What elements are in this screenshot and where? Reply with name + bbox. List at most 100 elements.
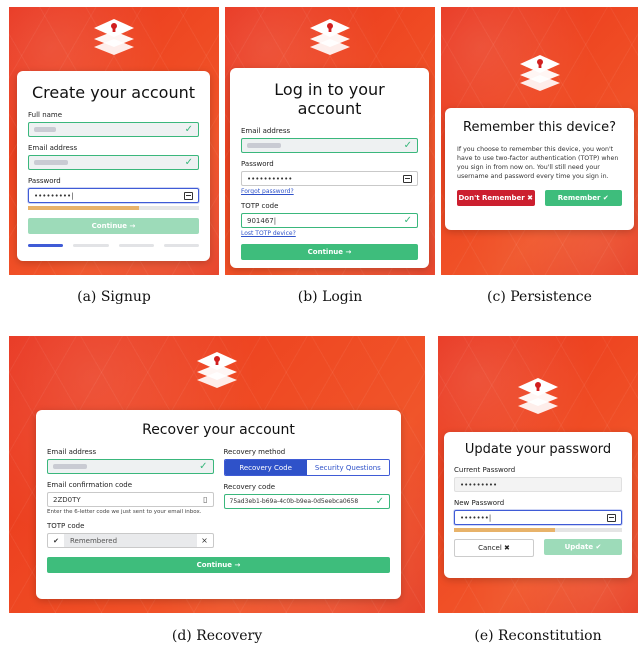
- recovery-card: Recover your account Email address ✓ Ema…: [36, 410, 401, 599]
- email-input[interactable]: ✓: [47, 459, 214, 474]
- new-password-input[interactable]: •••••••|: [454, 510, 622, 525]
- recovery-columns: Email address ✓ Email confirmation code …: [47, 438, 390, 548]
- login-card: Log in to your account Email address ✓ P…: [230, 68, 429, 268]
- new-password-label: New Password: [454, 499, 505, 507]
- keyboard-icon[interactable]: [607, 514, 616, 522]
- keyboard-icon[interactable]: [184, 192, 193, 200]
- password-value: •••••••••••: [247, 174, 293, 183]
- check-icon: ✓: [403, 215, 412, 226]
- page-title: Recover your account: [142, 422, 295, 438]
- recovery-code-label: Recovery code: [223, 483, 276, 491]
- cancel-label: Cancel: [478, 544, 502, 552]
- cancel-button[interactable]: Cancel ✖: [454, 539, 534, 557]
- email-label: Email address: [28, 144, 78, 152]
- current-password-value: •••••••••: [460, 480, 498, 489]
- keyboard-icon[interactable]: [403, 175, 412, 183]
- check-icon: ✓: [375, 496, 384, 507]
- check-icon: ✓: [403, 140, 412, 151]
- password-input[interactable]: •••••••••|: [28, 188, 199, 203]
- left-column: Email address ✓ Email confirmation code …: [47, 438, 214, 548]
- page-title: Create your account: [31, 83, 196, 102]
- continue-button[interactable]: Continue →: [241, 244, 418, 260]
- update-button[interactable]: Update ✔: [544, 539, 622, 555]
- email-code-label: Email confirmation code: [47, 481, 133, 489]
- dont-remember-label: Don't Remember: [458, 194, 525, 202]
- reconstitution-card: Update your password Current Password ••…: [444, 432, 632, 578]
- totp-value: 901467|: [247, 216, 277, 225]
- email-code-value: 2ZD0TY: [53, 495, 81, 504]
- password-strength-fill: [454, 528, 555, 532]
- recovery-method-label: Recovery method: [223, 448, 286, 456]
- persistence-panel: Remember this device? If you choose to r…: [441, 7, 638, 275]
- new-password-value: •••••••|: [460, 513, 492, 522]
- action-row: Don't Remember ✖ Remember ✔: [457, 190, 622, 206]
- email-input[interactable]: ✓: [28, 155, 199, 170]
- remember-label: Remember: [557, 194, 601, 202]
- action-row: Cancel ✖ Update ✔: [454, 539, 622, 557]
- continue-button[interactable]: Continue →: [28, 218, 199, 234]
- remember-description: If you choose to remember this device, y…: [457, 146, 619, 180]
- step-1: [28, 244, 64, 247]
- caption-signup: (a) Signup: [77, 289, 151, 305]
- signup-card: Create your account Full name ✓ Email ad…: [17, 71, 210, 261]
- check-circle-icon: ✔: [595, 543, 602, 551]
- caption-recovery: (d) Recovery: [171, 628, 263, 644]
- caption-reconstitution: (e) Reconstitution: [474, 628, 602, 644]
- page-title: Remember this device?: [463, 120, 616, 135]
- logo-icon: [518, 378, 558, 414]
- continue-button[interactable]: Continue →: [47, 557, 390, 573]
- full-name-input[interactable]: ✓: [28, 122, 199, 137]
- update-label: Update: [564, 543, 594, 551]
- current-password-input[interactable]: •••••••••: [454, 477, 622, 492]
- email-code-input[interactable]: 2ZD0TY ▯: [47, 492, 214, 507]
- password-label: Password: [241, 160, 274, 168]
- recovery-code-value: 75ad3eb1-b69a-4c0b-b9ea-0d5eebca0658: [229, 498, 359, 505]
- login-panel: Log in to your account Email address ✓ P…: [225, 7, 435, 275]
- password-strength-bar: [28, 206, 199, 210]
- totp-status: Remembered: [64, 534, 197, 547]
- security-questions-option[interactable]: Security Questions: [306, 460, 389, 475]
- check-icon: ✓: [184, 157, 193, 168]
- dont-remember-button[interactable]: Don't Remember ✖: [457, 190, 535, 206]
- check-icon: ✓: [184, 124, 193, 135]
- forgot-password-link[interactable]: Forgot password?: [241, 188, 418, 195]
- totp-label: TOTP code: [241, 202, 279, 210]
- email-code-helper: Enter the 6-letter code we just sent to …: [47, 509, 202, 515]
- check-icon: ✓: [199, 461, 208, 472]
- totp-input[interactable]: 901467| ✓: [241, 213, 418, 228]
- close-circle-icon: ✖: [504, 544, 510, 552]
- email-label: Email address: [241, 127, 291, 135]
- password-label: Password: [28, 177, 61, 185]
- logo-icon: [94, 19, 134, 55]
- caption-login: (b) Login: [297, 289, 363, 305]
- close-circle-icon: ✖: [527, 194, 534, 202]
- recovery-method-toggle[interactable]: Recovery Code Security Questions: [223, 459, 390, 476]
- progress-steps: [28, 244, 199, 247]
- caption-persistence: (c) Persistence: [487, 289, 592, 305]
- lost-totp-link[interactable]: Lost TOTP device?: [241, 230, 418, 237]
- signup-panel: Create your account Full name ✓ Email ad…: [9, 7, 219, 275]
- remember-button[interactable]: Remember ✔: [544, 190, 622, 206]
- email-input[interactable]: ✓: [241, 138, 418, 153]
- check-circle-icon: ✔: [602, 194, 609, 202]
- page-title: Log in to your account: [274, 80, 385, 118]
- clipboard-icon[interactable]: ▯: [203, 495, 207, 504]
- reconstitution-panel: Update your password Current Password ••…: [438, 336, 638, 613]
- logo-icon: [519, 55, 560, 91]
- password-input[interactable]: •••••••••••: [241, 171, 418, 186]
- recovery-code-input[interactable]: 75ad3eb1-b69a-4c0b-b9ea-0d5eebca0658 ✓: [223, 494, 390, 509]
- close-icon[interactable]: ×: [197, 536, 213, 545]
- password-strength-bar: [454, 528, 622, 532]
- totp-remembered-field: ✔ Remembered ×: [47, 533, 214, 548]
- page-title: Update your password: [464, 442, 612, 457]
- recovery-code-option[interactable]: Recovery Code: [224, 460, 307, 475]
- totp-label: TOTP code: [47, 522, 85, 530]
- step-2: [73, 244, 109, 247]
- full-name-label: Full name: [28, 111, 63, 119]
- step-4: [163, 244, 199, 247]
- email-label: Email address: [47, 448, 97, 456]
- check-circle-icon: ✔: [53, 536, 59, 545]
- logo-icon: [197, 352, 237, 388]
- right-column: Recovery method Recovery Code Security Q…: [223, 438, 390, 548]
- password-value: •••••••••|: [34, 191, 74, 200]
